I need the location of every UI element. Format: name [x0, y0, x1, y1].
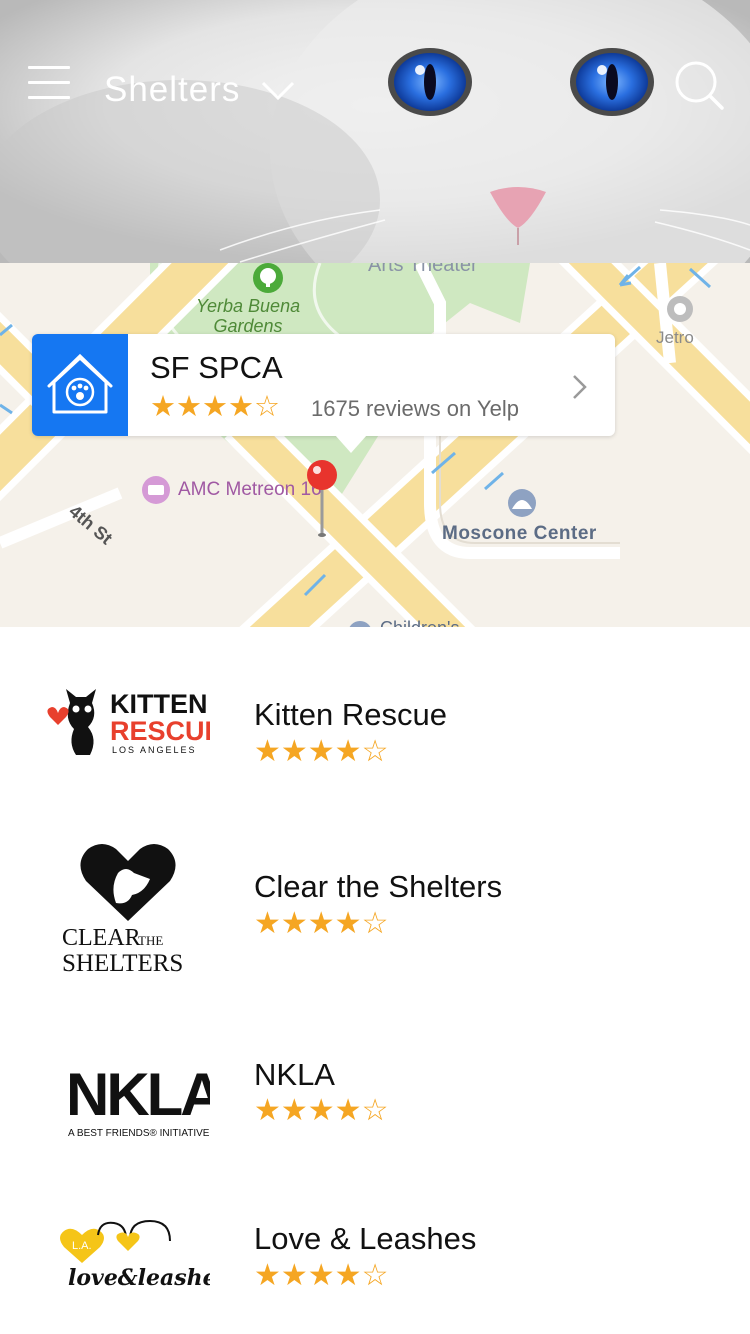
svg-text:THE: THE	[138, 933, 163, 948]
menu-icon	[28, 66, 70, 69]
map-background	[0, 263, 750, 627]
list-item-love-and-leashes[interactable]: L.A. love&leashes Love & Leashes ★★★★☆	[0, 1197, 750, 1327]
shelter-rating: ★★★★☆	[254, 1093, 389, 1128]
shelter-list: KITTEN RESCUE LOS ANGELES Kitten Rescue …	[0, 627, 750, 1334]
kitten-rescue-logo: KITTEN RESCUE LOS ANGELES	[47, 689, 210, 755]
shelters-dropdown[interactable]: Shelters	[104, 66, 295, 114]
svg-text:L.A.: L.A.	[72, 1240, 92, 1252]
shelter-rating: ★★★★☆	[254, 906, 389, 941]
map-label-amc: AMC Metreon 16	[178, 479, 322, 500]
shelter-name: NKLA	[254, 1057, 335, 1092]
map-pin-icon[interactable]	[304, 459, 340, 539]
map-label-child: Children's	[380, 618, 459, 627]
shelter-rating: ★★★★☆	[254, 1258, 389, 1293]
menu-button[interactable]	[28, 64, 72, 102]
svg-text:NKLA: NKLA	[66, 1061, 210, 1128]
shelter-name: Clear the Shelters	[254, 869, 503, 904]
map-label-yerba-buena: Yerba Buena Gardens	[196, 296, 301, 336]
list-item-kitten-rescue[interactable]: KITTEN RESCUE LOS ANGELES Kitten Rescue …	[0, 667, 750, 817]
svg-text:RESCUE: RESCUE	[110, 716, 210, 746]
chevron-down-icon	[262, 81, 295, 101]
list-item-nkla[interactable]: NKLA A BEST FRIENDS® INITIATIVE NKLA ★★★…	[0, 1027, 750, 1157]
shelter-rating: ★★★★☆	[254, 734, 389, 769]
svg-text:CLEAR: CLEAR	[62, 925, 141, 951]
shelter-name: Love & Leashes	[254, 1221, 477, 1256]
svg-text:SHELTERS: SHELTERS	[62, 950, 183, 973]
header-banner: Shelters	[0, 0, 750, 263]
map-view[interactable]: Arts Theater Yerba Buena Gardens Jetro A…	[0, 263, 750, 627]
pet-house-icon	[47, 353, 113, 414]
svg-text:KITTEN: KITTEN	[110, 689, 208, 719]
shelter-name: Kitten Rescue	[254, 697, 447, 732]
svg-text:A BEST FRIENDS® INITIATIVE: A BEST FRIENDS® INITIATIVE	[68, 1128, 210, 1139]
love-and-leashes-logo: L.A. love&leashes	[60, 1219, 210, 1291]
callout-title: SF SPCA	[150, 350, 283, 385]
clear-the-shelters-logo: CLEAR THE SHELTERS	[62, 844, 183, 973]
map-label-arts: Arts Theater	[368, 263, 478, 276]
list-item-clear-the-shelters[interactable]: CLEAR THE SHELTERS Clear the Shelters ★★…	[0, 827, 750, 987]
callout-rating: ★★★★☆	[150, 389, 280, 423]
nkla-logo: NKLA A BEST FRIENDS® INITIATIVE	[66, 1061, 210, 1139]
spca-logo	[32, 334, 128, 436]
map-label-jetro: Jetro	[656, 328, 694, 347]
svg-text:love&leashes: love&leashes	[68, 1265, 210, 1291]
callout-reviews: 1675 reviews on Yelp	[311, 396, 519, 421]
page-title: Shelters	[104, 70, 241, 109]
map-label-moscone: Moscone Center	[442, 523, 597, 544]
cat-photo	[0, 0, 750, 263]
search-icon[interactable]	[672, 58, 726, 112]
chevron-right-icon	[573, 375, 587, 399]
svg-text:LOS ANGELES: LOS ANGELES	[112, 745, 197, 755]
shelter-callout[interactable]: SF SPCA ★★★★☆ 1675 reviews on Yelp	[32, 334, 615, 453]
